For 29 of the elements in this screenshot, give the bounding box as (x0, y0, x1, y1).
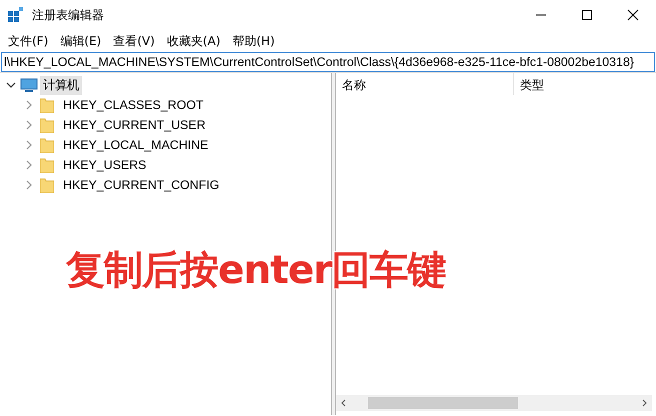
app-icon (8, 7, 24, 23)
annotation-text: 复制后按enter回车键 (66, 247, 446, 295)
menu-item[interactable]: 帮助(H) (226, 30, 281, 52)
menu-item[interactable]: 编辑(E) (54, 30, 108, 52)
menu-item[interactable]: 收藏夹(A) (160, 30, 226, 52)
tree-item[interactable]: HKEY_USERS (60, 157, 150, 173)
scroll-right-icon[interactable] (640, 399, 648, 407)
window-title: 注册表编辑器 (32, 6, 105, 24)
close-icon (627, 9, 639, 21)
folder-icon (40, 157, 54, 173)
tree-item[interactable]: HKEY_LOCAL_MACHINE (60, 137, 212, 153)
address-field[interactable]: l\HKEY_LOCAL_MACHINE\SYSTEM\CurrentControlSet\Control\Class\{4d36e968-e325-11ce-bfc1-08002be10318} (1, 52, 655, 72)
tree-item[interactable]: 计算机 (40, 76, 82, 94)
menu-item[interactable]: 文件(F) (2, 30, 54, 52)
folder-icon (40, 177, 54, 193)
tree-item[interactable]: HKEY_CLASSES_ROOT (60, 97, 206, 113)
folder-icon (40, 137, 54, 153)
folder-icon (40, 117, 54, 133)
column-header[interactable]: 名称 (336, 73, 514, 95)
horizontal-scrollbar[interactable] (336, 395, 652, 411)
column-header[interactable]: 类型 (514, 73, 656, 95)
tree-item[interactable]: HKEY_CURRENT_USER (60, 117, 209, 133)
folder-icon (40, 97, 54, 113)
menu-item[interactable]: 查看(V) (107, 30, 161, 52)
tree-item[interactable]: HKEY_CURRENT_CONFIG (60, 177, 222, 193)
maximize-icon (581, 9, 593, 21)
computer-icon (20, 78, 38, 92)
scroll-left-icon[interactable] (340, 399, 348, 407)
chevron-icon[interactable] (6, 80, 16, 90)
